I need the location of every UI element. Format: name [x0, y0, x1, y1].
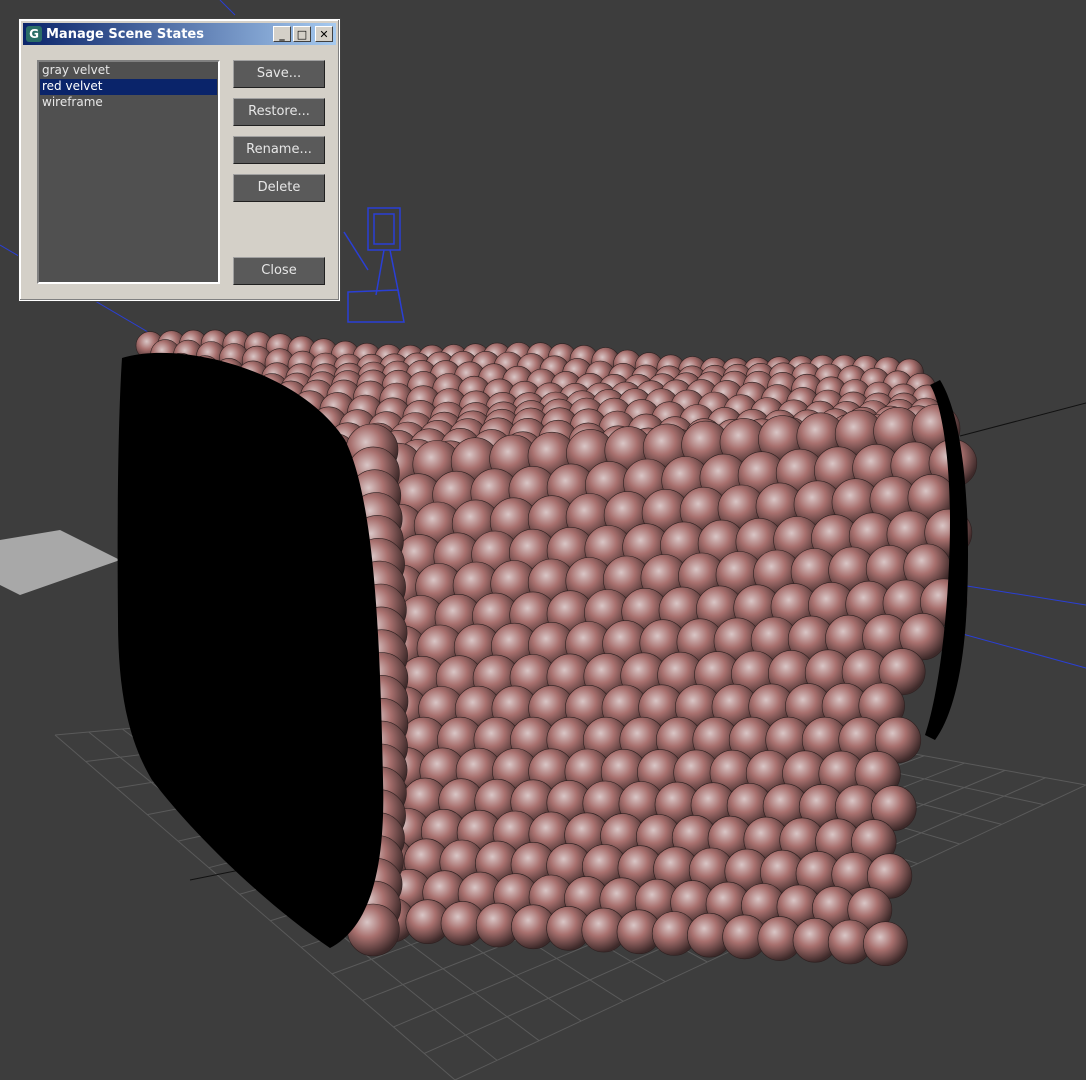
velvet-sphere: [863, 921, 908, 967]
restore-button[interactable]: Restore...: [233, 98, 325, 126]
maximize-icon[interactable]: □: [293, 26, 311, 42]
list-item[interactable]: wireframe: [40, 95, 217, 111]
minimize-icon[interactable]: _: [273, 26, 291, 42]
delete-button[interactable]: Delete: [233, 174, 325, 202]
scene-states-list[interactable]: gray velvet red velvet wireframe: [37, 60, 220, 284]
manage-scene-states-dialog: G Manage Scene States _ □ ✕ gray velvet …: [18, 18, 341, 302]
dialog-title-bar[interactable]: G Manage Scene States _ □ ✕: [23, 23, 336, 45]
list-item[interactable]: gray velvet: [40, 63, 217, 79]
list-item[interactable]: red velvet: [40, 79, 217, 95]
app-logo-icon: G: [26, 26, 42, 42]
save-button[interactable]: Save...: [233, 60, 325, 88]
rename-button[interactable]: Rename...: [233, 136, 325, 164]
close-icon[interactable]: ✕: [315, 26, 333, 42]
close-button[interactable]: Close: [233, 257, 325, 285]
dialog-title: Manage Scene States: [46, 26, 204, 42]
